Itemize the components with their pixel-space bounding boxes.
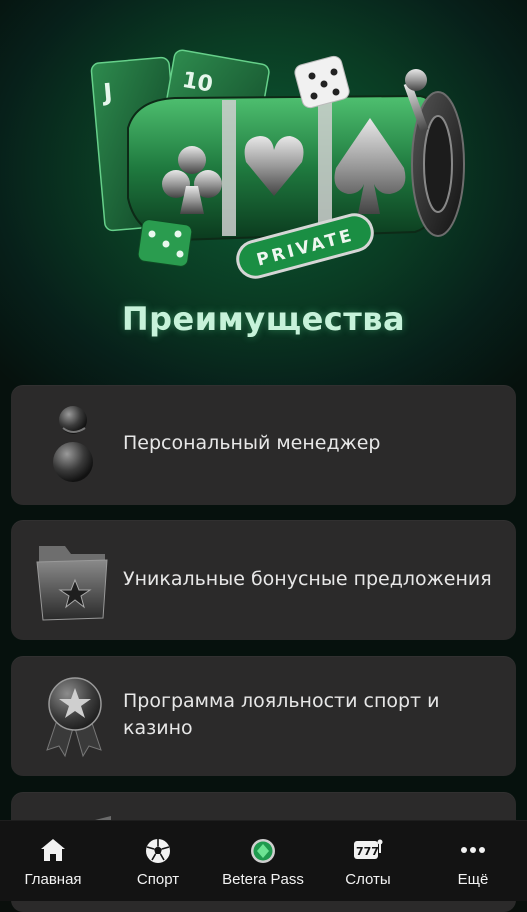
benefit-card-bonus-offers[interactable]: Уникальные бонусные предложения (11, 520, 516, 640)
card-ten-number: 10 (180, 68, 215, 98)
nav-item-more[interactable]: Ещё (423, 821, 523, 901)
home-icon (39, 837, 67, 867)
benefit-label: Персональный менеджер (123, 432, 381, 454)
benefit-card-personal-manager[interactable]: Персональный менеджер (11, 385, 516, 505)
nav-item-home[interactable]: Главная (3, 821, 103, 901)
slots-777-icon: 777 (352, 837, 384, 867)
benefit-label: Уникальные бонусные предложения (123, 568, 492, 590)
green-dice-icon (137, 219, 193, 267)
medal-star-icon (41, 672, 111, 762)
benefit-card-loyalty-program[interactable]: Программа лояльности спорт и казино (11, 656, 516, 776)
nav-label: Главная (24, 871, 82, 888)
nav-item-slots[interactable]: 777 Слоты (318, 821, 418, 901)
bottom-navigation: Главная Спорт Betera Pass 777 Слоты Ещё (0, 820, 527, 901)
betera-pass-icon (249, 837, 277, 869)
nav-label: Слоты (345, 871, 391, 888)
page-title: Преимущества (121, 300, 406, 338)
benefit-label: Программа лояльности спорт и казино (123, 690, 440, 739)
nav-label: Ещё (457, 871, 489, 888)
nav-item-sport[interactable]: Спорт (108, 821, 208, 901)
svg-text:777: 777 (356, 845, 379, 858)
manager-figure-icon (41, 400, 111, 490)
nav-item-betera-pass[interactable]: Betera Pass (213, 821, 313, 901)
hero-illustration: J 10 PRIVATE (0, 0, 527, 290)
folder-star-icon (35, 538, 115, 628)
more-dots-icon (459, 837, 487, 867)
nav-label: Betera Pass (222, 871, 304, 888)
soccer-ball-icon (144, 837, 172, 869)
nav-label: Спорт (136, 871, 180, 888)
